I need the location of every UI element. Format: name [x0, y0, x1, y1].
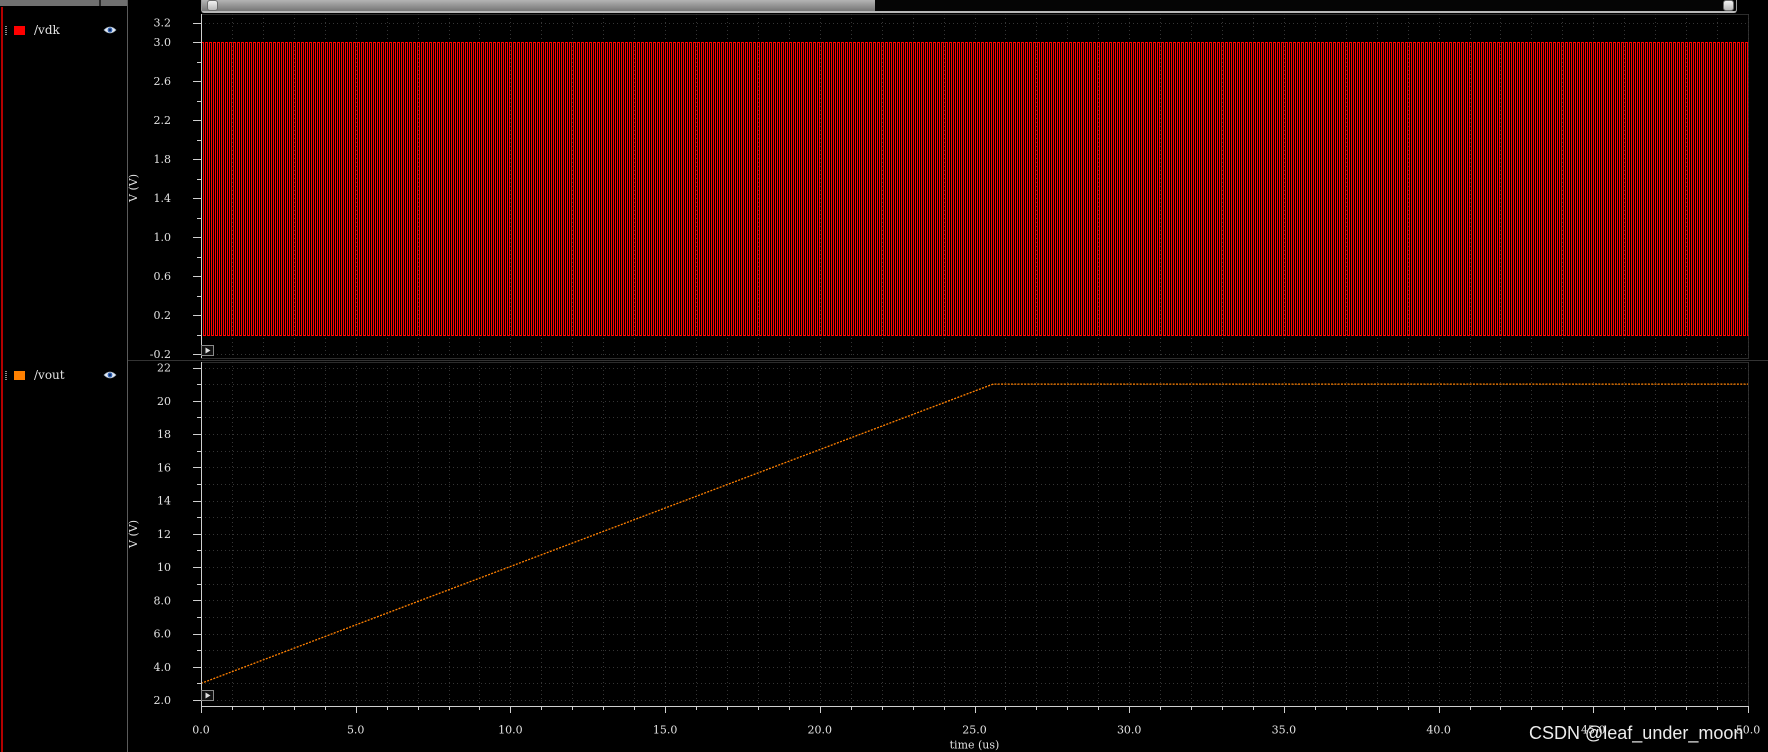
y-axis-label: V (V) [127, 520, 140, 549]
legend-swatch [14, 371, 25, 380]
grid [201, 362, 1749, 706]
y-tick-label: 2.6 [154, 75, 172, 88]
drag-handle-icon[interactable] [5, 26, 7, 35]
y-tick-label: 20 [157, 395, 171, 408]
x-tick-label: 15.0 [653, 724, 678, 737]
y-tick-label: 18 [157, 428, 171, 441]
eye-icon[interactable] [103, 25, 117, 35]
waveform-plots: 3.2 3.0 2.6 2.2 1.8 1.4 1.0 0.6 0.2 -0.2 V (V) 22 20… [127, 14, 1768, 752]
x-tick-label: 5.0 [347, 724, 365, 737]
y-tick-label: 2.0 [154, 694, 172, 707]
legend-entry-vdk[interactable]: /vdk [0, 23, 124, 39]
legend-label: /vdk [34, 23, 60, 37]
y-tick-label: 2.2 [154, 114, 172, 127]
legend-entry-vout[interactable]: /vout [0, 368, 124, 384]
x-tick-label: 25.0 [962, 724, 987, 737]
x-tick-label: 40.0 [1426, 724, 1451, 737]
y-tick-label: 10 [157, 561, 171, 574]
signal-list-panel: /vdk /vout [0, 0, 128, 752]
y-tick-label: 1.4 [154, 192, 172, 205]
scrollbar-thumb[interactable] [202, 0, 875, 11]
waveform-vout [200, 383, 1748, 685]
x-tick-label: 0.0 [192, 724, 210, 737]
panel-tabs[interactable] [0, 0, 127, 6]
expand-plot-button[interactable] [201, 345, 214, 356]
y-tick-label: 22 [157, 362, 171, 375]
y-tick-label: 0.6 [154, 270, 172, 283]
y-tick-label: 3.0 [154, 36, 172, 49]
y-tick-label: 1.0 [154, 231, 172, 244]
waveform-vdk [201, 42, 1749, 336]
x-axis-label: time (us) [950, 739, 1000, 752]
drag-handle-icon[interactable] [5, 371, 7, 380]
y-tick-label: 3.2 [154, 17, 172, 30]
y-tick-label: 14 [157, 495, 171, 508]
x-tick-label: 20.0 [808, 724, 833, 737]
watermark: CSDN @leaf_under_moon [1529, 723, 1744, 743]
y-tick-label: 0.2 [154, 309, 172, 322]
x-tick-label: 30.0 [1117, 724, 1142, 737]
y-tick-label: 16 [157, 461, 171, 474]
y-tick-label: 1.8 [154, 153, 172, 166]
scrollbar-right-handle[interactable] [1723, 0, 1734, 11]
y-tick-label: -0.2 [150, 348, 171, 361]
y-axis-label: V (V) [127, 174, 140, 203]
plot-panel-1: 3.2 3.0 2.6 2.2 1.8 1.4 1.0 0.6 0.2 -0.2 V (V) [127, 14, 1749, 361]
expand-plot-button[interactable] [201, 690, 214, 701]
y-tick-label: 6.0 [154, 628, 172, 641]
y-tick-label: 12 [157, 528, 171, 541]
y-tick-label: 8.0 [154, 594, 172, 607]
tab-divider [99, 0, 101, 6]
x-tick-label: 10.0 [498, 724, 523, 737]
plot-panel-2: 22 20 18 16 14 12 10 8.0 6.0 4.0 2.0 V (V) 0.0 5.0 10.… [127, 362, 1760, 752]
x-tick-label: 35.0 [1272, 724, 1297, 737]
y-tick-label: 4.0 [154, 661, 172, 674]
scrollbar-left-handle[interactable] [207, 0, 218, 11]
eye-icon[interactable] [103, 370, 117, 380]
time-scrollbar[interactable] [201, 0, 1737, 13]
legend-swatch [14, 26, 25, 35]
legend-label: /vout [34, 368, 65, 382]
